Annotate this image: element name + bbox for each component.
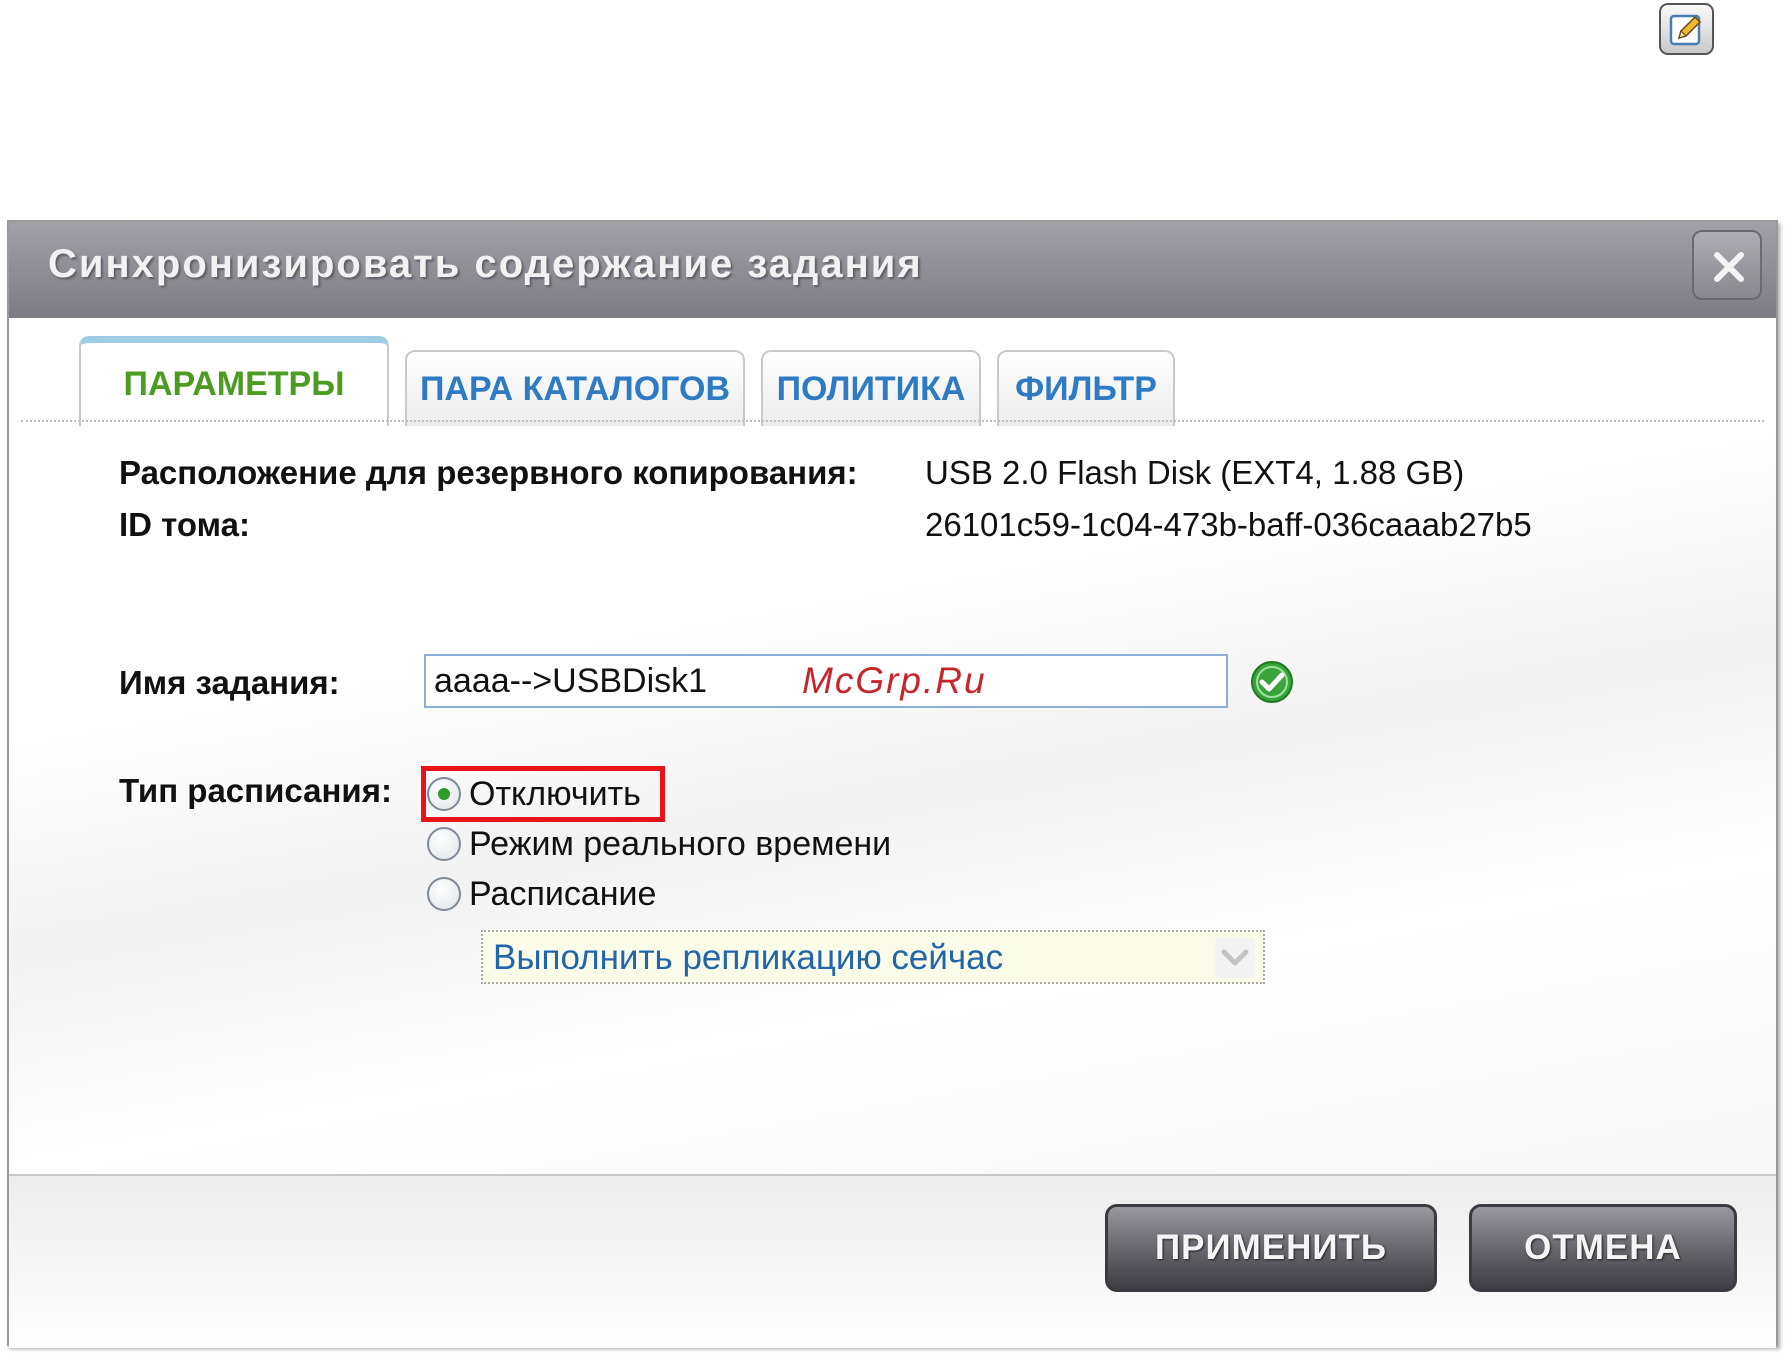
radio-schedule[interactable]: Расписание [427,872,656,916]
dialog-titlebar: Синхронизировать содержание задания [9,222,1776,318]
close-button[interactable] [1692,230,1762,300]
sync-task-dialog: Синхронизировать содержание задания ПАРА… [7,220,1778,1348]
backup-location-label: Расположение для резервного копирования: [119,454,858,491]
pencil-edit-icon [1669,14,1702,46]
tab-folder-pair[interactable]: ПАРА КАТАЛОГОВ [405,350,745,426]
radio-schedule-label: Расписание [469,874,657,913]
tab-policy[interactable]: ПОЛИТИКА [761,350,981,426]
highlight-box [421,766,665,822]
radio-realtime-label: Режим реального времени [469,824,892,863]
check-circle-icon [1251,661,1293,703]
chevron-down-icon [1221,949,1249,966]
radio-realtime[interactable]: Режим реального времени [427,822,891,866]
edit-button[interactable] [1659,3,1714,55]
close-icon [1714,252,1744,282]
task-name-label: Имя задания: [119,664,340,701]
schedule-type-label: Тип расписания: [119,772,392,809]
tab-divider [21,420,1764,422]
volume-id-label: ID тома: [119,506,250,543]
cancel-button[interactable]: ОТМЕНА [1469,1204,1737,1292]
select-arrow-button[interactable] [1215,938,1255,978]
radio-schedule-circle[interactable] [427,877,461,911]
tab-filter[interactable]: ФИЛЬТР [997,350,1175,426]
replication-select-value: Выполнить репликацию сейчас [493,938,1004,977]
dialog-footer: ПРИМЕНИТЬ ОТМЕНА [9,1174,1776,1348]
volume-id-value: 26101c59-1c04-473b-baff-036caaab27b5 [925,506,1532,543]
radio-realtime-circle[interactable] [427,827,461,861]
watermark: McGrp.Ru [802,660,987,701]
backup-location-value: USB 2.0 Flash Disk (EXT4, 1.88 GB) [925,454,1465,491]
tab-parameters[interactable]: ПАРАМЕТРЫ [79,336,389,426]
dialog-title: Синхронизировать содержание задания [48,242,923,286]
replication-select[interactable]: Выполнить репликацию сейчас [481,930,1265,984]
apply-button[interactable]: ПРИМЕНИТЬ [1105,1204,1437,1292]
